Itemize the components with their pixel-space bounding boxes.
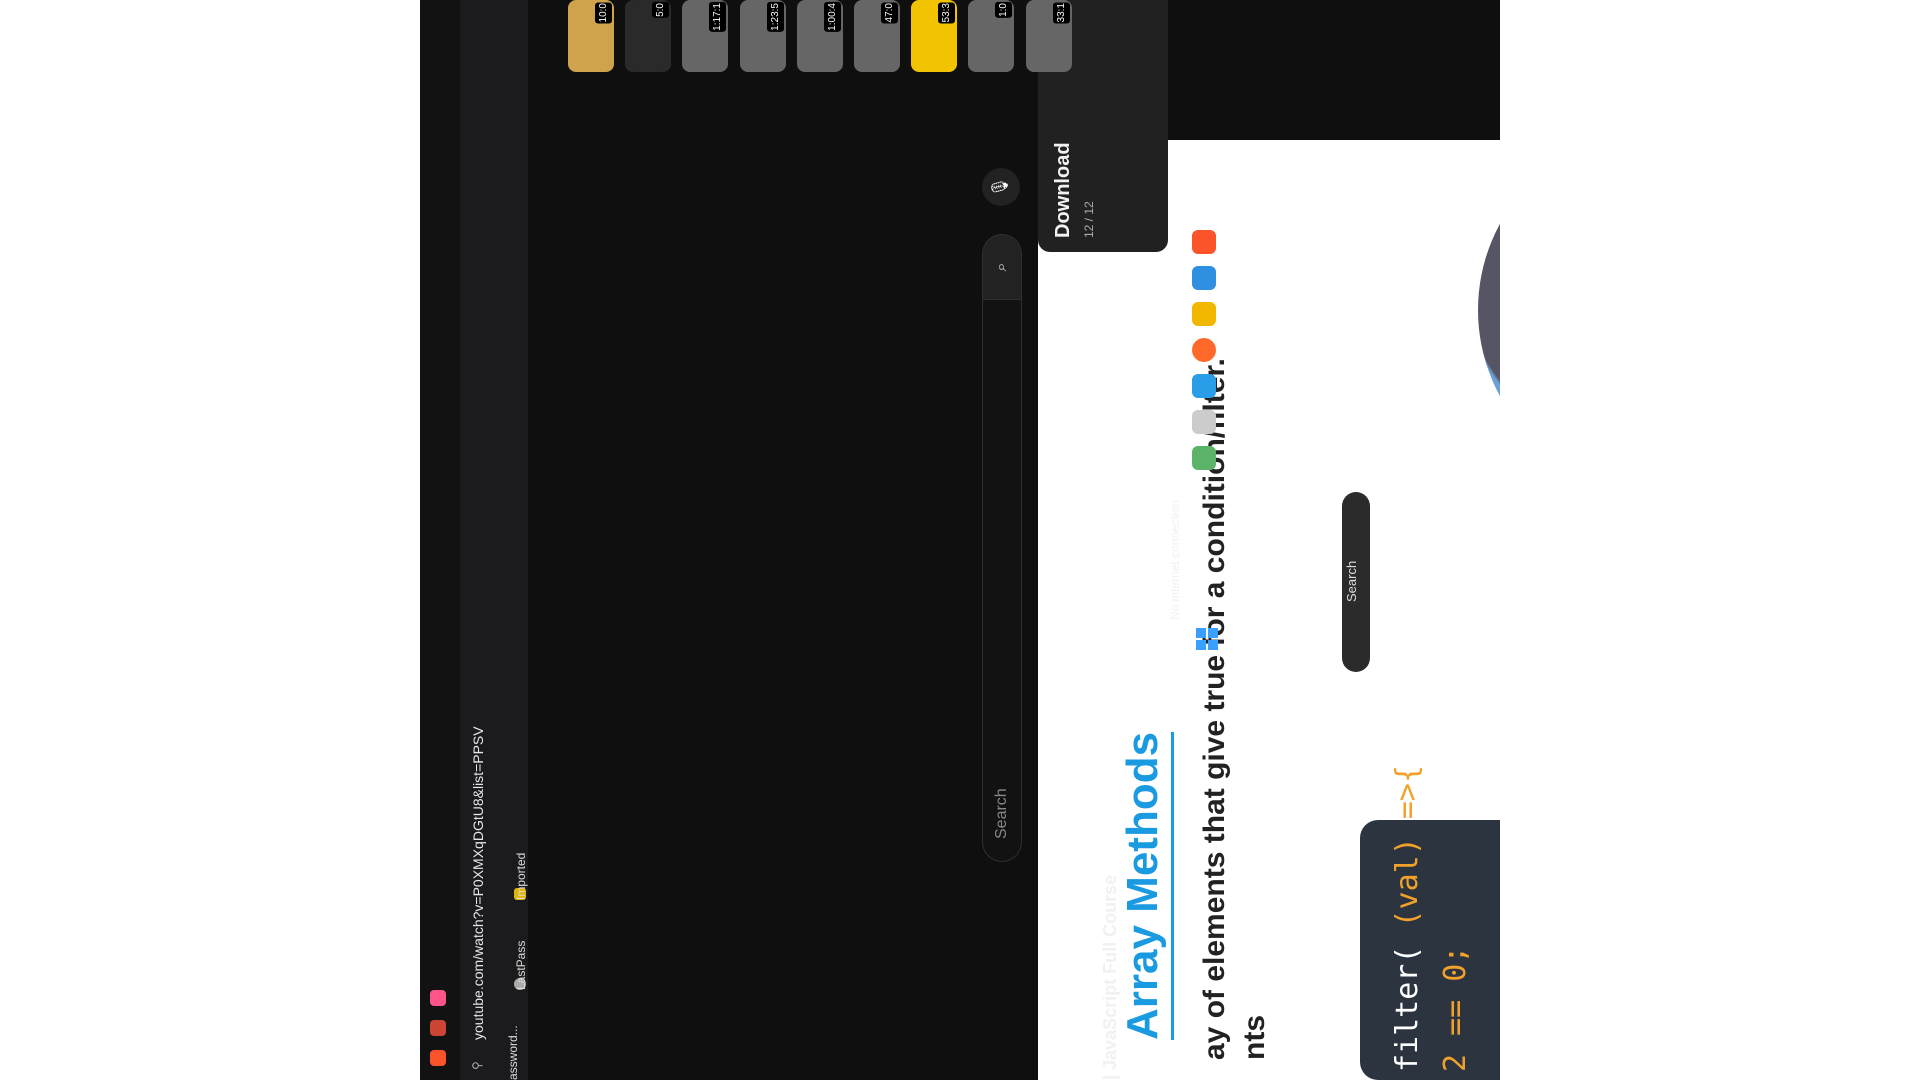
code-line-1: filter( (val) =>{ [1390,764,1425,1072]
playlist-thumbnail[interactable]: 33:1 [1025,0,1072,72]
playlist-thumbnail[interactable]: 10:0 [568,0,614,72]
playlist-thumbnail[interactable]: 53:3 [911,0,958,72]
playlist-panel: Download 12 / 12 [1038,0,1500,252]
video-title: | JavaScript Full Course [1100,874,1120,1080]
bookmark-password[interactable]: assword... [506,1025,520,1080]
windows-start-icon[interactable] [1196,628,1218,650]
taskbar-search-wrap: Search [1342,492,1382,672]
brave-taskbar-icon[interactable] [1192,230,1216,254]
screen-canvas: ⚲ youtube.com/watch?v=P0XMXqDGtU8&list=P… [420,0,1500,1080]
playlist-title: Download [1052,142,1074,238]
thumbnail-duration: 1:23:5 [766,2,784,32]
no-internet-status: No internet connection [1168,499,1182,620]
playlist-thumbnails: 10:0 5:0 1:17:1 1:23:5 1:00:4 47:0 53:3 1:0 33:1 [0,0,1072,100]
site-info-icon[interactable]: ⚲ [470,1056,484,1070]
thumbnail-duration: 1:00:4 [823,2,841,32]
playlist-count: 12 / 12 [1082,201,1096,238]
taskbar-icons [1192,230,1216,482]
code-line-2: 2 == 0; [1438,945,1473,1072]
code-box [1360,820,1500,1080]
app-icon[interactable] [1192,374,1216,398]
store-taskbar-icon[interactable] [1192,266,1216,290]
address-bar[interactable]: ⚲ youtube.com/watch?v=P0XMXqDGtU8&list=P… [460,0,498,1080]
youtube-search: Search ⌕ 🎙 [962,168,1022,862]
voice-search-button[interactable]: 🎙 [982,168,1020,206]
search-placeholder: Search [993,788,1010,839]
search-input[interactable]: Search [982,250,1022,862]
search-button[interactable]: ⌕ [982,234,1022,300]
taskbar-search-label: Search [1344,560,1359,602]
thumbnail-duration: 5:0 [652,2,670,18]
slide-line-2: nts [1238,1015,1271,1060]
browser-tab-strip [420,0,460,1080]
thumbnail-duration: 33:1 [1052,2,1070,24]
thumbnail-duration: 1:17:1 [709,2,727,32]
playlist-thumbnail[interactable]: 1:17:1 [682,0,729,72]
thumbnail-duration: 10:0 [595,2,612,24]
extension-icon[interactable] [430,1020,446,1036]
brave-tab-icon[interactable] [430,1050,446,1066]
slide-heading: Array Methods [1118,731,1167,1040]
playlist-thumbnail[interactable]: 5:0 [625,0,672,72]
windows-apps-icon[interactable] [1192,410,1216,434]
extension-icon-2[interactable] [430,990,446,1006]
thumbnail-duration: 53:3 [938,2,956,24]
rotated-screen: ⚲ youtube.com/watch?v=P0XMXqDGtU8&list=P… [420,0,1500,1080]
firefox-icon[interactable] [1192,338,1216,362]
playlist-thumbnail[interactable]: 1:0 [968,0,1015,72]
youtube-page: Search ⌕ 🎙 Array Methods ay of elements … [528,0,1500,1080]
green-app-icon[interactable] [1192,446,1216,470]
bookmarks-bar: assword... LastPass Imported from Micr..… [498,0,556,1080]
file-explorer-icon[interactable] [1192,302,1216,326]
url-text[interactable]: youtube.com/watch?v=P0XMXqDGtU8&list=PPS… [470,726,486,1040]
thumbnail-duration: 1:0 [995,2,1013,18]
playlist-thumbnail[interactable]: 1:00:4 [796,0,843,72]
playlist-thumbnail[interactable]: 47:0 [854,0,900,72]
thumbnail-duration: 47:0 [881,2,898,24]
playlist-thumbnail[interactable]: 1:23:5 [739,0,786,72]
